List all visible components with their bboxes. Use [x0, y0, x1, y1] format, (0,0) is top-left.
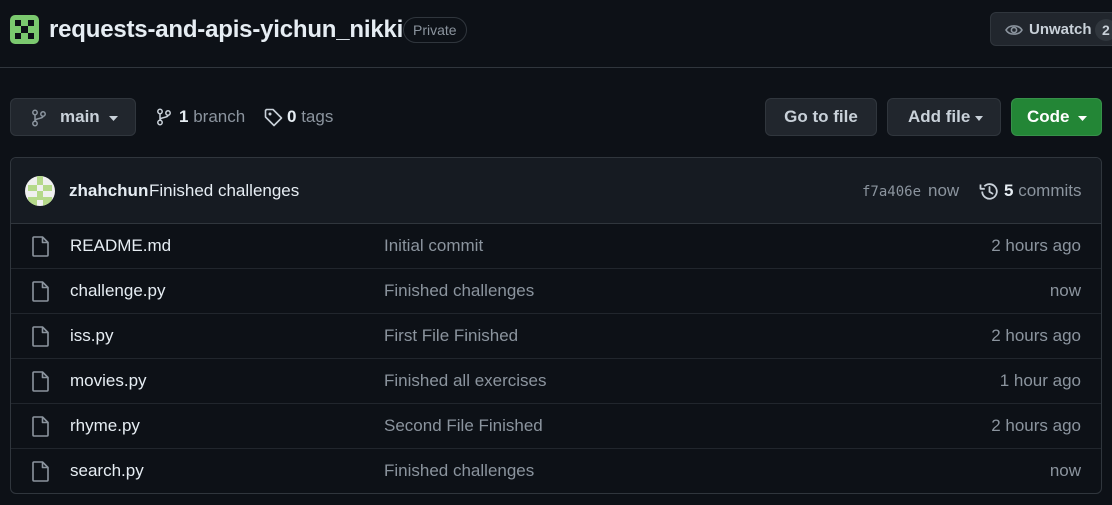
unwatch-button[interactable]: Unwatch 2 [990, 12, 1112, 46]
eye-icon [1005, 25, 1023, 35]
commit-time: now [928, 181, 960, 200]
branch-count: 1 [179, 107, 189, 126]
file-name-link[interactable]: README.md [70, 236, 171, 256]
file-name-link[interactable]: search.py [70, 461, 144, 481]
file-commit-age: 1 hour ago [999, 371, 1081, 390]
file-name-link[interactable]: movies.py [70, 371, 147, 391]
branch-name: main [60, 107, 100, 126]
file-name-link[interactable]: challenge.py [70, 281, 165, 301]
tag-label: tags [301, 107, 334, 126]
commits-count: 5 [1004, 181, 1014, 200]
table-row[interactable]: movies.py Finished all exercises 1 hour ag… [11, 359, 1101, 404]
file-icon [32, 461, 49, 482]
table-row[interactable]: search.py Finished challenges now [11, 449, 1101, 493]
file-navigation: main 1 branch 0 tags Go to file Add file… [0, 98, 1112, 138]
file-commit-age: 2 hours ago [991, 236, 1081, 255]
table-row[interactable]: README.md Initial commit 2 hours ago [11, 224, 1101, 269]
tags-link[interactable]: 0 tags [264, 98, 333, 136]
file-commit-message-link[interactable]: Finished challenges [384, 461, 534, 481]
add-file-label: Add file [908, 107, 971, 126]
file-commit-age: now [1049, 281, 1081, 300]
caret-down-icon [109, 116, 118, 121]
file-icon [32, 371, 49, 392]
commits-label: commits [1018, 181, 1082, 200]
branches-link[interactable]: 1 branch [156, 98, 245, 136]
file-commit-message-link[interactable]: First File Finished [384, 326, 518, 346]
file-commit-age: now [1049, 461, 1081, 480]
file-icon [32, 326, 49, 347]
git-branch-icon [32, 109, 46, 127]
code-label: Code [1027, 107, 1070, 126]
add-file-button[interactable]: Add file [887, 98, 1001, 136]
latest-commit-bar: zhahchun Finished challenges f7a406e now… [11, 158, 1101, 224]
caret-down-icon [1078, 116, 1087, 121]
file-name-link[interactable]: rhyme.py [70, 416, 140, 436]
file-commit-message-link[interactable]: Second File Finished [384, 416, 543, 436]
file-commit-age: 2 hours ago [991, 326, 1081, 345]
tag-icon [264, 108, 283, 127]
file-icon [32, 416, 49, 437]
file-name-link[interactable]: iss.py [70, 326, 113, 346]
avatar[interactable] [25, 176, 55, 206]
history-icon[interactable] [979, 181, 1000, 202]
commit-author-link[interactable]: zhahchun [69, 181, 148, 201]
branch-label: branch [193, 107, 246, 126]
repo-name-link[interactable]: requests-and-apis-yichun_nikki [49, 16, 403, 44]
watchers-count-badge: 2 [1095, 19, 1112, 41]
tag-count: 0 [287, 107, 297, 126]
code-button[interactable]: Code [1011, 98, 1102, 136]
branch-select-button[interactable]: main [10, 98, 136, 136]
file-commit-message-link[interactable]: Finished all exercises [384, 371, 547, 391]
file-icon [32, 236, 49, 257]
repo-header: requests-and-apis-yichun_nikki Private U… [0, 0, 1112, 68]
file-icon [32, 281, 49, 302]
file-list: zhahchun Finished challenges f7a406e now… [10, 157, 1102, 494]
unwatch-label: Unwatch [1029, 21, 1092, 38]
visibility-badge: Private [403, 17, 467, 43]
commit-message-link[interactable]: Finished challenges [149, 181, 299, 201]
table-row[interactable]: rhyme.py Second File Finished 2 hours ago [11, 404, 1101, 449]
file-commit-message-link[interactable]: Initial commit [384, 236, 483, 256]
repo-avatar-icon[interactable] [10, 15, 39, 44]
table-row[interactable]: iss.py First File Finished 2 hours ago [11, 314, 1101, 359]
commit-sha-link[interactable]: f7a406e [862, 183, 921, 201]
git-branch-icon [157, 108, 171, 126]
table-row[interactable]: challenge.py Finished challenges now [11, 269, 1101, 314]
file-commit-message-link[interactable]: Finished challenges [384, 281, 534, 301]
go-to-file-button[interactable]: Go to file [765, 98, 877, 136]
file-commit-age: 2 hours ago [991, 416, 1081, 435]
caret-down-icon [975, 116, 983, 121]
commits-link[interactable]: 5 commits [1004, 181, 1081, 201]
